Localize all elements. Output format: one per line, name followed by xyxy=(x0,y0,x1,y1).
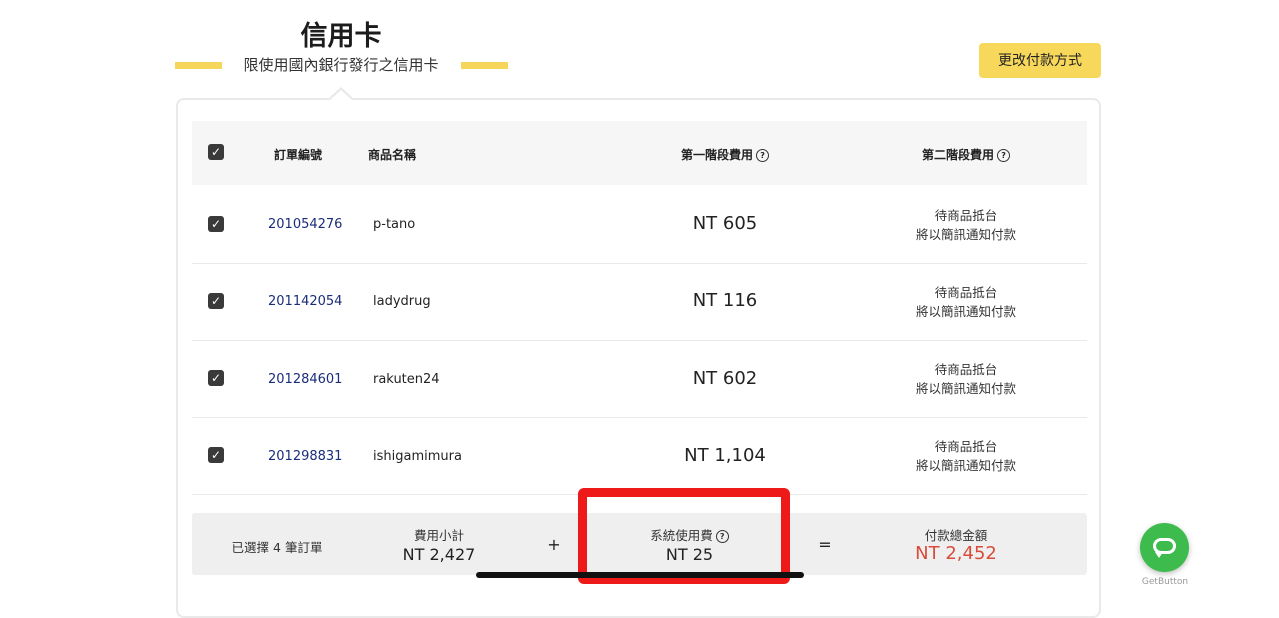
highlight-annotation xyxy=(578,488,790,584)
order-number-link[interactable]: 201284601 xyxy=(268,372,342,387)
order-number-link[interactable]: 201142054 xyxy=(268,294,342,309)
product-name: ladydrug xyxy=(373,294,431,309)
plus-sign: + xyxy=(547,535,561,554)
header-order-no: 訂單編號 xyxy=(274,148,323,162)
title-decoration-right xyxy=(461,62,508,69)
stage2-status-line2: 將以簡訊通知付款 xyxy=(915,304,1016,319)
header-stage1: 第一階段費用? xyxy=(681,146,770,163)
getbutton-label: GetButton xyxy=(1141,577,1189,587)
page-title: 信用卡 xyxy=(300,21,382,52)
subtotal-label: 費用小計 xyxy=(413,528,464,543)
header-stage1-label: 第一階段費用 xyxy=(681,148,754,162)
product-name: ishigamimura xyxy=(373,449,462,464)
stage2-status-line1: 待商品抵台 xyxy=(934,439,998,454)
stage2-status-line2: 將以簡訊通知付款 xyxy=(915,458,1016,473)
order-number-link[interactable]: 201298831 xyxy=(268,449,342,464)
help-icon[interactable]: ? xyxy=(756,149,770,162)
table-row: ✓ 201298831 ishigamimura NT 1,104 待商品抵台 … xyxy=(192,417,1087,495)
stage2-status-line1: 待商品抵台 xyxy=(934,362,998,377)
help-icon[interactable]: ? xyxy=(997,149,1011,162)
stage2-status: 待商品抵台 將以簡訊通知付款 xyxy=(866,437,1066,475)
table-header: ✓ 訂單編號 商品名稱 第一階段費用? 第二階段費用? xyxy=(192,121,1087,185)
product-name: p-tano xyxy=(373,217,416,232)
chat-widget-button[interactable] xyxy=(1140,523,1189,572)
stage2-status-line2: 將以簡訊通知付款 xyxy=(915,227,1016,242)
total-value: NT 2,452 xyxy=(915,543,997,564)
order-number-link[interactable]: 201054276 xyxy=(268,217,342,232)
select-all-checkbox[interactable]: ✓ xyxy=(208,144,224,160)
row-checkbox[interactable]: ✓ xyxy=(208,216,224,232)
stage1-amount: NT 605 xyxy=(692,213,758,234)
row-checkbox[interactable]: ✓ xyxy=(208,370,224,386)
header-stage2: 第二階段費用? xyxy=(922,146,1011,163)
table-row: ✓ 201142054 ladydrug NT 116 待商品抵台 將以簡訊通知… xyxy=(192,263,1087,341)
stage2-status-line2: 將以簡訊通知付款 xyxy=(915,381,1016,396)
stage1-amount: NT 1,104 xyxy=(684,445,766,466)
home-indicator xyxy=(476,572,804,578)
header-stage2-label: 第二階段費用 xyxy=(922,148,995,162)
stage2-status: 待商品抵台 將以簡訊通知付款 xyxy=(866,283,1066,321)
row-checkbox[interactable]: ✓ xyxy=(208,293,224,309)
row-checkbox[interactable]: ✓ xyxy=(208,447,224,463)
header-product: 商品名稱 xyxy=(368,148,417,162)
stage1-amount: NT 602 xyxy=(692,368,758,389)
selected-count: 已選擇 4 筆訂單 xyxy=(231,540,323,555)
stage2-status-line1: 待商品抵台 xyxy=(934,285,998,300)
stage2-status: 待商品抵台 將以簡訊通知付款 xyxy=(866,360,1066,398)
total-label: 付款總金額 xyxy=(924,528,988,543)
page-subtitle: 限使用國內銀行發行之信用卡 xyxy=(243,56,439,74)
product-name: rakuten24 xyxy=(373,372,440,387)
subtotal-value: NT 2,427 xyxy=(402,545,476,564)
stage2-status: 待商品抵台 將以簡訊通知付款 xyxy=(866,206,1066,244)
table-row: ✓ 201284601 rakuten24 NT 602 待商品抵台 將以簡訊通… xyxy=(192,340,1087,418)
table-row: ✓ 201054276 p-tano NT 605 待商品抵台 將以簡訊通知付款 xyxy=(192,186,1087,264)
change-payment-button[interactable]: 更改付款方式 xyxy=(979,43,1101,78)
equals-sign: = xyxy=(818,535,832,554)
stage2-status-line1: 待商品抵台 xyxy=(934,208,998,223)
stage1-amount: NT 116 xyxy=(692,290,758,311)
